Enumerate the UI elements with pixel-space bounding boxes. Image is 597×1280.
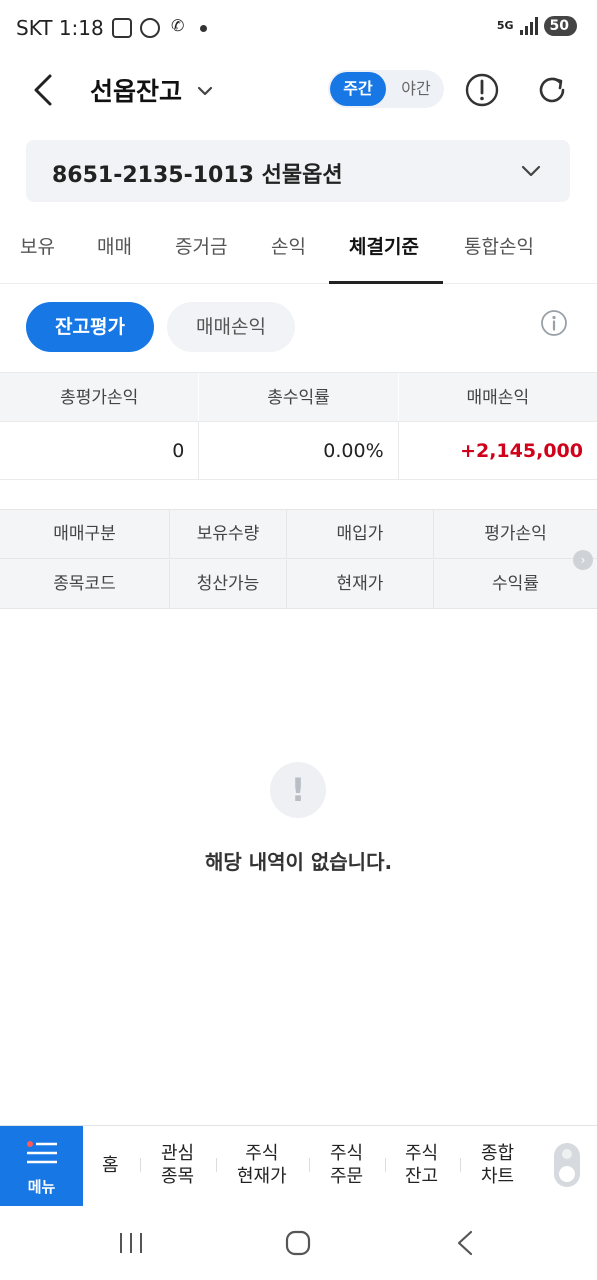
session-toggle: 주간 야간 <box>328 70 444 108</box>
alert-circle-icon[interactable] <box>464 72 500 108</box>
summary-total-eval-value: 0 <box>172 440 185 462</box>
summary-value-row: 0 0.00% +2,145,000 <box>0 422 597 480</box>
chevron-down-icon[interactable] <box>194 80 216 102</box>
app-header: 선옵잔고 주간 야간 <box>0 58 597 124</box>
summary-header-trade-pnl: 매매손익 <box>397 373 597 421</box>
battery-indicator: 50 <box>543 16 577 36</box>
more-notifications-dot-icon <box>199 24 207 32</box>
refresh-icon[interactable] <box>534 72 570 108</box>
col-return: 수익률 <box>492 574 539 594</box>
tab-total-pnl[interactable]: 통합손익 <box>464 232 534 284</box>
network-type: 5G <box>496 19 514 32</box>
nav-stock-balance[interactable]: 주식 잔고 <box>405 1142 438 1188</box>
chevron-down-icon <box>521 165 541 177</box>
trade-pnl-chip[interactable]: 매매손익 <box>167 302 295 352</box>
nav-scroll-toggle-icon[interactable] <box>554 1143 580 1187</box>
status-bar: SKT 1:18 ✆ 5G 50 <box>0 0 597 58</box>
nav-stock-balance-line-1: 주식 <box>405 1143 439 1164</box>
summary-header-return: 총수익률 <box>198 373 397 421</box>
nav-stock-price-line-2: 현재가 <box>237 1166 287 1187</box>
exclamation-icon: ! <box>270 762 326 818</box>
nav-stock-price[interactable]: 주식 현재가 <box>237 1142 287 1188</box>
col-trade-type: 매매구분 <box>0 510 170 558</box>
info-icon[interactable] <box>540 309 568 337</box>
system-nav-bar <box>0 1206 597 1280</box>
col-purchase-price: 매입가 <box>287 510 434 558</box>
missed-call-icon: ✆ <box>171 16 185 35</box>
status-right: 5G 50 <box>497 16 577 36</box>
col-quantity: 보유수량 <box>170 510 287 558</box>
signal-icon <box>519 17 538 35</box>
nav-watchlist-line-2: 종목 <box>161 1166 195 1187</box>
nav-chart[interactable]: 종합 차트 <box>481 1142 514 1188</box>
tab-execution-basis[interactable]: 체결기준 <box>329 232 443 284</box>
menu-label: 메뉴 <box>27 1178 56 1196</box>
page-title[interactable]: 선옵잔고 <box>90 72 182 108</box>
nav-watchlist-line-1: 관심 <box>161 1143 195 1164</box>
nav-stock-order-line-1: 주식 <box>330 1143 364 1164</box>
nav-stock-order-line-2: 주문 <box>330 1166 364 1187</box>
col-current-price: 현재가 <box>287 560 434 609</box>
nav-separator <box>216 1158 217 1172</box>
bottom-nav: 메뉴 홈 관심 종목 주식 현재가 주식 주문 주식 잔고 종합 차트 <box>0 1125 597 1206</box>
nav-separator <box>309 1158 310 1172</box>
summary-return-value: 0.00% <box>198 422 397 479</box>
recent-apps-icon[interactable] <box>116 1228 146 1258</box>
nav-stock-price-line-1: 주식 <box>245 1143 279 1164</box>
col-code: 종목코드 <box>0 560 170 609</box>
col-closable: 청산가능 <box>170 560 287 609</box>
nav-stock-order[interactable]: 주식 주문 <box>330 1142 363 1188</box>
balance-eval-chip[interactable]: 잔고평가 <box>26 302 154 352</box>
empty-message: 해당 내역이 없습니다. <box>204 850 393 874</box>
tab-pnl[interactable]: 손익 <box>271 232 306 284</box>
account-label: 8651-2135-1013 선물옵션 <box>52 163 343 188</box>
summary-trade-pnl-value: +2,145,000 <box>397 422 597 479</box>
account-select[interactable]: 8651-2135-1013 선물옵션 <box>26 140 570 202</box>
night-session-button[interactable]: 야간 <box>390 72 442 106</box>
holdings-header-row-1: 매매구분 보유수량 매입가 평가손익 <box>0 510 597 559</box>
nav-chart-line-1: 종합 <box>481 1143 515 1164</box>
system-back-icon[interactable] <box>451 1228 481 1258</box>
summary-header-total-eval: 총평가손익 <box>60 388 139 408</box>
nav-stock-balance-line-2: 잔고 <box>405 1166 439 1187</box>
nav-watchlist[interactable]: 관심 종목 <box>161 1142 194 1188</box>
menu-button[interactable]: 메뉴 <box>0 1126 83 1206</box>
nav-chart-line-2: 차트 <box>481 1166 515 1187</box>
notification-app-icon <box>111 18 132 38</box>
tab-margin[interactable]: 증거금 <box>175 232 227 284</box>
nav-separator <box>460 1158 461 1172</box>
col-eval-pnl: 평가손익 <box>484 524 547 544</box>
carrier-time: SKT 1:18 <box>16 16 104 40</box>
tab-holdings[interactable]: 보유 <box>20 232 55 284</box>
summary-table: 총평가손익 총수익률 매매손익 0 0.00% +2,145,000 <box>0 372 597 480</box>
tab-trades[interactable]: 매매 <box>97 232 132 284</box>
summary-header-row: 총평가손익 총수익률 매매손익 <box>0 372 597 422</box>
nav-separator <box>385 1158 386 1172</box>
back-arrow-icon[interactable] <box>26 70 62 110</box>
balance-tabs: 보유 매매 증거금 손익 체결기준 통합손익 <box>0 218 597 284</box>
status-left: SKT 1:18 ✆ <box>16 16 207 40</box>
message-icon <box>139 18 160 38</box>
hamburger-menu-icon <box>27 1141 57 1164</box>
nav-separator <box>140 1158 141 1172</box>
nav-home[interactable]: 홈 <box>102 1154 119 1177</box>
home-icon[interactable] <box>283 1228 313 1258</box>
holdings-table-header: 매매구분 보유수량 매입가 평가손익 종목코드 청산가능 현재가 수익률 › <box>0 509 597 609</box>
holdings-header-row-2: 종목코드 청산가능 현재가 수익률 <box>0 560 597 609</box>
scroll-right-icon[interactable]: › <box>573 550 593 570</box>
day-session-button[interactable]: 주간 <box>330 72 386 106</box>
